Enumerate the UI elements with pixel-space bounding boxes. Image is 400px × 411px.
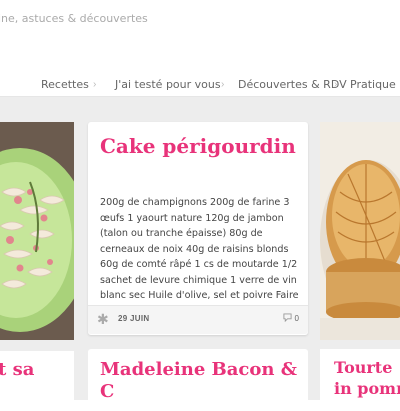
post-card-right-bottom[interactable]: Tourtein pommes <box>320 349 400 409</box>
nav-item-jai-teste[interactable]: J'ai testé pour vous <box>115 78 221 91</box>
post-card-cake-perigourdin: Cake périgourdin 200g de champignons 200… <box>88 122 308 335</box>
pie-photo[interactable] <box>320 122 400 340</box>
post-title-right-bottom[interactable]: Tourtein pommes <box>334 357 400 399</box>
nav-item-decouvertes[interactable]: Découvertes & RDV <box>238 78 347 91</box>
nav-separator: › <box>93 79 97 90</box>
post-date: 29 JUIN <box>118 314 150 323</box>
post-card-left-bottom[interactable]: t sa <box>0 351 74 411</box>
nav-item-pratique[interactable]: Pratique <box>350 78 396 91</box>
main-nav: Recettes › J'ai testé pour vous › Découv… <box>0 78 400 96</box>
asterisk-icon: ✱ <box>97 311 109 327</box>
post-card-right[interactable] <box>320 122 400 340</box>
comment-bubble-icon[interactable] <box>283 313 292 322</box>
site-header: ine, astuces & découvertes Recettes › J'… <box>0 0 400 96</box>
post-card-madeleine: Madeleine Bacon & C <box>88 349 308 409</box>
post-excerpt: 200g de champignons 200g de farine 3 œuf… <box>100 197 299 317</box>
comment-count[interactable]: 0 <box>295 314 299 323</box>
nav-separator: › <box>334 79 338 90</box>
nav-separator: › <box>221 79 225 90</box>
posts-grid: t sa Cake périgourdin 200g de champignon… <box>0 97 400 411</box>
site-tagline: ine, astuces & découvertes <box>0 12 148 25</box>
post-meta-footer: ✱ 29 JUIN 0 <box>88 305 308 334</box>
pasta-photo[interactable] <box>0 122 74 340</box>
post-title-left-bottom[interactable]: t sa <box>0 359 34 380</box>
post-title[interactable]: Cake périgourdin <box>100 134 296 158</box>
nav-item-recettes[interactable]: Recettes <box>41 78 89 91</box>
post-title-madeleine[interactable]: Madeleine Bacon & C <box>100 359 297 403</box>
post-card-left[interactable] <box>0 122 74 340</box>
